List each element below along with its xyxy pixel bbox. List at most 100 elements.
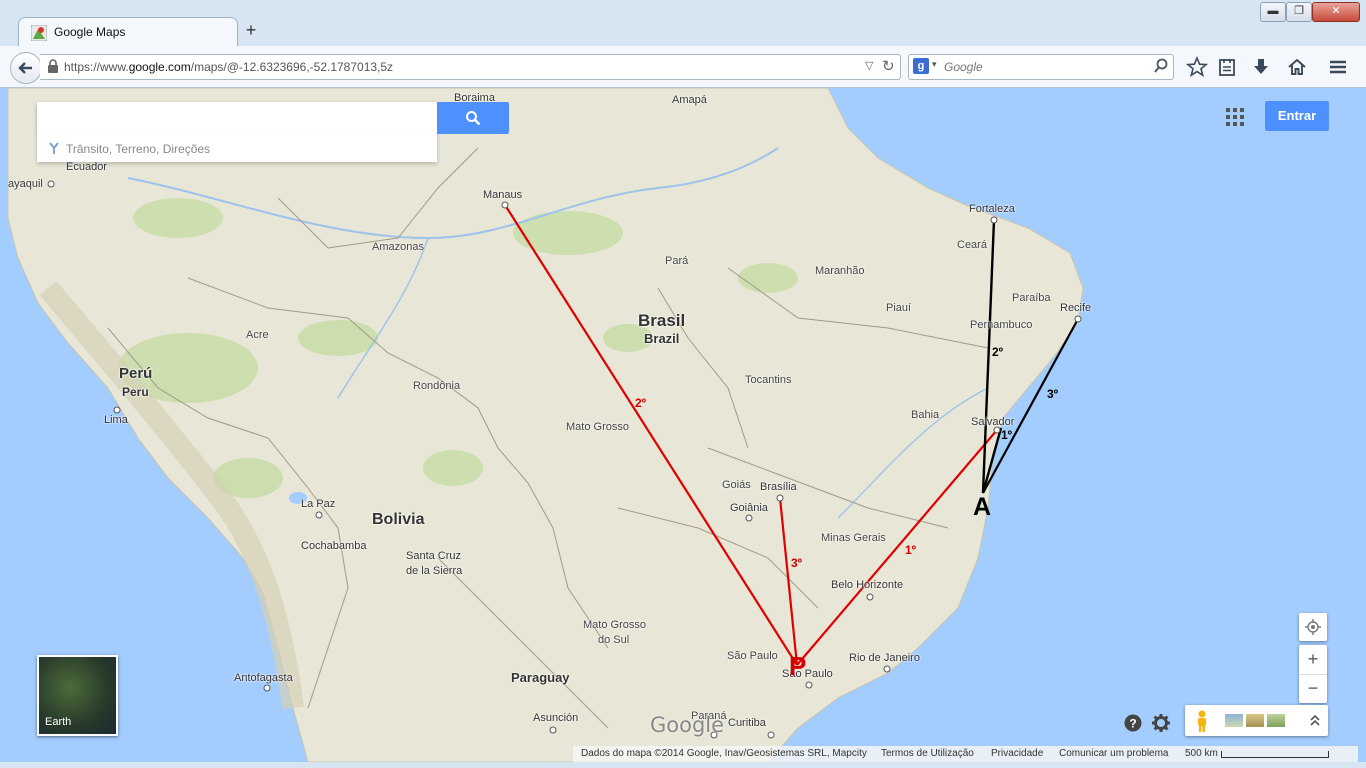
maximize-button[interactable]: ❐ (1286, 2, 1312, 22)
point-p-label: P (789, 651, 807, 681)
zoom-in-button[interactable]: + (1299, 645, 1327, 674)
earth-view-toggle[interactable]: Earth (37, 655, 118, 736)
label-piaui: Piauí (886, 302, 912, 314)
label-guayaquil: ayaquil (8, 178, 43, 190)
label-para: Pará (665, 255, 689, 267)
label-peru-en: Peru (122, 385, 149, 399)
home-icon[interactable] (1286, 56, 1308, 78)
google-maps-favicon-icon (31, 25, 47, 41)
status-bar (0, 762, 1366, 768)
search-icon[interactable] (1153, 58, 1169, 74)
svg-text:?: ? (1129, 717, 1136, 731)
street-view-and-layers-control (1185, 705, 1328, 736)
search-icon (466, 111, 481, 126)
download-icon[interactable] (1250, 56, 1272, 78)
label-paraguay: Paraguay (511, 670, 570, 685)
layer-thumbnail-imagery[interactable] (1225, 714, 1243, 727)
label-curitiba: Curitiba (728, 717, 766, 729)
my-location-button[interactable] (1299, 613, 1327, 641)
label-sao-paulo-state: São Paulo (727, 650, 778, 662)
label-amazonas: Amazonas (372, 241, 424, 253)
label-antofagasta: Antofagasta (234, 672, 293, 684)
menu-icon[interactable] (1327, 56, 1349, 78)
label-goiania: Goiânia (730, 502, 768, 514)
label-amapa: Amapá (672, 94, 707, 106)
black-rank-2-label: 2º (992, 345, 1004, 359)
back-button[interactable] (10, 52, 42, 84)
help-icon[interactable]: ? (1124, 714, 1142, 732)
url-history-dropdown-icon[interactable]: ▽ (865, 59, 873, 72)
label-santa-cruz-line1: Santa Cruz (406, 550, 462, 562)
reading-list-icon[interactable] (1216, 56, 1238, 78)
tab-google-maps[interactable]: Google Maps (18, 17, 238, 47)
minimize-button[interactable]: ▬ (1260, 2, 1286, 22)
map-base-layer (8, 88, 1084, 762)
red-rank-3-label: 3º (791, 556, 803, 570)
label-paraiba: Paraíba (1012, 292, 1051, 304)
label-ecuador: Ecuador (66, 161, 107, 173)
label-maranhao: Maranhão (815, 265, 865, 277)
close-button[interactable]: ✕ (1312, 2, 1360, 22)
back-arrow-icon (18, 62, 32, 74)
black-rank-3-label: 3º (1047, 387, 1059, 401)
label-asuncion: Asunción (533, 712, 579, 724)
scale-bar (1221, 751, 1329, 758)
reload-icon[interactable]: ↻ (882, 57, 895, 75)
label-bahia: Bahia (911, 409, 940, 421)
label-bolivia: Bolivia (372, 511, 425, 528)
search-engine-icon[interactable]: g (913, 58, 929, 74)
earth-label: Earth (45, 716, 72, 728)
label-fortaleza: Fortaleza (969, 203, 1015, 215)
tab-title: Google Maps (54, 25, 126, 39)
point-a-label: A (973, 493, 992, 521)
privacy-link[interactable]: Privacidade (991, 748, 1043, 759)
red-rank-2-label: 2º (635, 396, 647, 410)
label-pernambuco: Pernambuco (970, 319, 1033, 331)
label-goias: Goiás (722, 479, 751, 491)
pegman-icon[interactable] (1196, 710, 1208, 732)
label-minas-gerais: Minas Gerais (821, 532, 886, 544)
new-tab-button[interactable]: + (243, 20, 259, 41)
label-mato-grosso-sul-line2: do Sul (598, 634, 630, 646)
label-acre: Acre (246, 329, 269, 341)
google-logo: Google (650, 713, 725, 737)
terms-link[interactable]: Termos de Utilização (881, 748, 974, 759)
search-bar[interactable]: g ▾ Google (908, 54, 1174, 80)
navigation-bar: https://www.google.com/maps/@-12.6323696… (0, 46, 1366, 88)
label-recife: Recife (1060, 302, 1092, 314)
title-bar: Google Maps + ▬ ❐ ✕ (0, 0, 1366, 47)
address-bar[interactable]: https://www.google.com/maps/@-12.6323696… (40, 54, 901, 80)
zoom-control: + − (1299, 645, 1327, 703)
url-prefix: https://www. (64, 60, 129, 74)
map-data-attribution: Dados do mapa ©2014 Google, Inav/Geosist… (581, 748, 867, 759)
red-rank-1-label: 1º (905, 543, 917, 557)
sign-in-button[interactable]: Entrar (1265, 101, 1329, 131)
scale-label: 500 km (1185, 748, 1218, 759)
url-host: google.com (128, 60, 191, 74)
maps-search-input[interactable] (37, 102, 437, 134)
label-rio-de-janeiro: Rio de Janeiro (849, 652, 920, 664)
expand-chevron-icon[interactable] (1309, 713, 1321, 727)
label-peru-es: Perú (119, 365, 153, 382)
layer-thumbnail-terrain[interactable] (1246, 714, 1264, 727)
lock-icon (48, 59, 58, 73)
report-problem-link[interactable]: Comunicar um problema (1059, 748, 1169, 759)
gear-icon[interactable] (1152, 714, 1170, 732)
url-path: /maps/@-12.6323696,-52.1787013,5z (190, 60, 394, 74)
search-engine-dropdown-icon[interactable]: ▾ (932, 59, 937, 70)
apps-grid-icon[interactable] (1226, 108, 1244, 126)
label-rondonia: Rondônia (413, 380, 461, 392)
directions-bar[interactable]: Trânsito, Terreno, Direções (37, 134, 437, 162)
map-canvas[interactable]: Boraima Amapá ayaquil Ecuador Manaus For… (8, 88, 1358, 762)
bookmark-star-icon[interactable] (1186, 56, 1208, 78)
directions-hint: Trânsito, Terreno, Direções (66, 142, 211, 156)
black-rank-1-label: 1º (1001, 428, 1013, 442)
label-brazil: Brazil (644, 331, 680, 346)
label-santa-cruz-line2: de la Sierra (406, 565, 463, 577)
label-tocantins: Tocantins (745, 374, 792, 386)
label-mato-grosso: Mato Grosso (566, 421, 629, 433)
maps-search-button[interactable] (437, 102, 509, 134)
directions-fork-icon (49, 142, 59, 154)
layer-thumbnail-photos[interactable] (1267, 714, 1285, 727)
zoom-out-button[interactable]: − (1299, 674, 1327, 704)
